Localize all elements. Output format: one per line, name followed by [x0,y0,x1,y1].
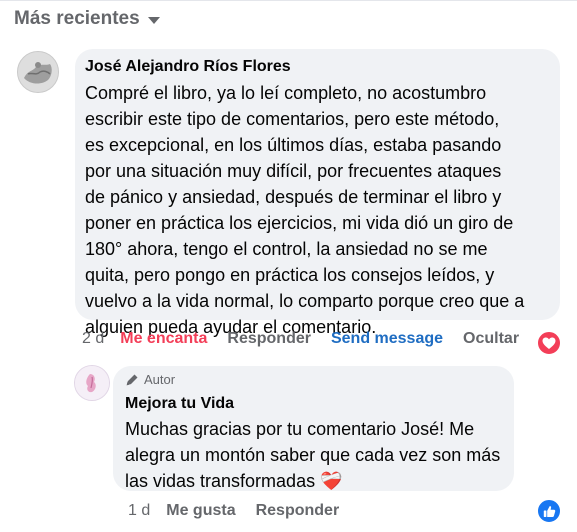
mending-heart-emoji: ❤️‍🩹 [320,471,343,491]
comment-time[interactable]: 2 d [82,330,104,348]
avatar-image [18,52,58,92]
reply-time[interactable]: 1 d [128,502,150,520]
reply-actions: 1 d Me gusta Responder [128,502,339,520]
chevron-down-icon [147,17,160,24]
reply-text-content: Muchas gracias por tu comentario José! M… [125,419,501,491]
reply-reply-button[interactable]: Responder [256,502,340,520]
thumbs-up-icon[interactable] [536,498,562,524]
comment-text: Compré el libro, ya lo leí completo, no … [85,83,525,337]
page-avatar-image [75,366,109,400]
sort-label: Más recientes [14,8,140,29]
like-button[interactable]: Me gusta [166,502,235,520]
sort-dropdown[interactable]: Más recientes [14,8,160,30]
avatar[interactable] [17,51,59,93]
author-badge: Autor [125,372,175,387]
heart-icon[interactable] [536,330,562,356]
reaction-button[interactable]: Me encanta [120,330,207,348]
reply-button[interactable]: Responder [227,330,311,348]
comment-author[interactable]: José Alejandro Ríos Flores [85,58,291,76]
reply-author[interactable]: Mejora tu Vida [125,395,234,413]
reply-text: Muchas gracias por tu comentario José! M… [125,416,510,494]
hide-button[interactable]: Ocultar [463,330,519,348]
author-badge-label: Autor [144,372,176,387]
top-divider [0,0,577,1]
pencil-icon [126,374,138,385]
comment-actions: 2 d Me encanta Responder Send message Oc… [82,330,519,348]
page-avatar[interactable] [74,365,110,401]
send-message-button[interactable]: Send message [331,330,443,348]
